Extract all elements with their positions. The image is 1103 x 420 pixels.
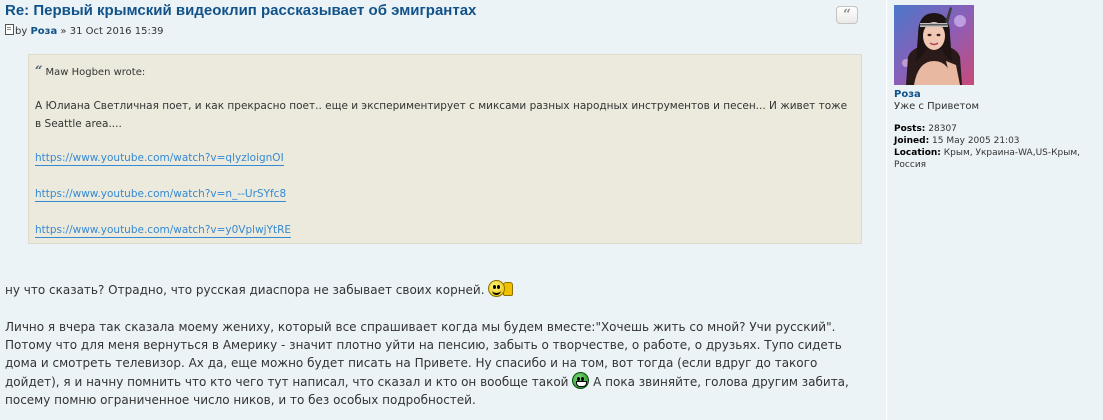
profile-username[interactable]: Роза: [894, 89, 921, 100]
paragraph-1-text: ну что сказать? Отрадно, что русская диа…: [5, 283, 485, 297]
date-separator: »: [60, 26, 67, 37]
quote-link-2[interactable]: https://www.youtube.com/watch?v=n_--UrSY…: [35, 187, 287, 202]
profile-posts: Posts: 28307: [894, 124, 957, 134]
post-paragraph-2: Лично я вчера так сказала моему жениху, …: [5, 318, 875, 409]
quote-button[interactable]: “: [836, 6, 858, 24]
post-body: Re: Первый крымский видеоклип рассказыва…: [0, 0, 878, 420]
post-date: 31 Oct 2016 15:39: [69, 26, 164, 37]
quote-link-1[interactable]: https://www.youtube.com/watch?v=qlyzloig…: [35, 151, 284, 166]
post-author-link[interactable]: Роза: [30, 26, 57, 37]
quote-block: “Maw Hogben wrote: А Юлиана Светличная п…: [28, 54, 862, 244]
by-label: by: [15, 26, 28, 37]
profile-rank: Уже с Приветом: [894, 101, 980, 112]
post-paragraph-1: ну что сказать? Отрадно, что русская диа…: [5, 280, 875, 299]
profile-joined: Joined: 15 May 2005 21:03: [894, 136, 1020, 146]
avatar[interactable]: [894, 5, 974, 85]
profile-info: Posts: 28307 Joined: 15 May 2005 21:03 L…: [894, 123, 1102, 171]
quote-text: А Юлиана Светличная поет, и как прекрасн…: [35, 100, 848, 130]
quote-author: Maw Hogben wrote:: [45, 67, 146, 78]
post-author-line: by Роза » 31 Oct 2016 15:39: [5, 24, 164, 38]
quote-link-3[interactable]: https://www.youtube.com/watch?v=y0VplwjY…: [35, 223, 292, 238]
profile-location: Location: Крым, Украина-WA,US-Крым, Росс…: [894, 148, 1080, 170]
grin-smiley-icon: [572, 372, 590, 389]
quote-mark-icon: “: [35, 64, 43, 79]
post-title[interactable]: Re: Первый крымский видеоклип рассказыва…: [5, 2, 476, 20]
quote-cite: “Maw Hogben wrote:: [35, 64, 145, 79]
avatar-image: [894, 5, 974, 85]
post-profile: Роза Уже с Приветом Posts: 28307 Joined:…: [886, 0, 1103, 420]
post-icon[interactable]: [5, 24, 14, 35]
